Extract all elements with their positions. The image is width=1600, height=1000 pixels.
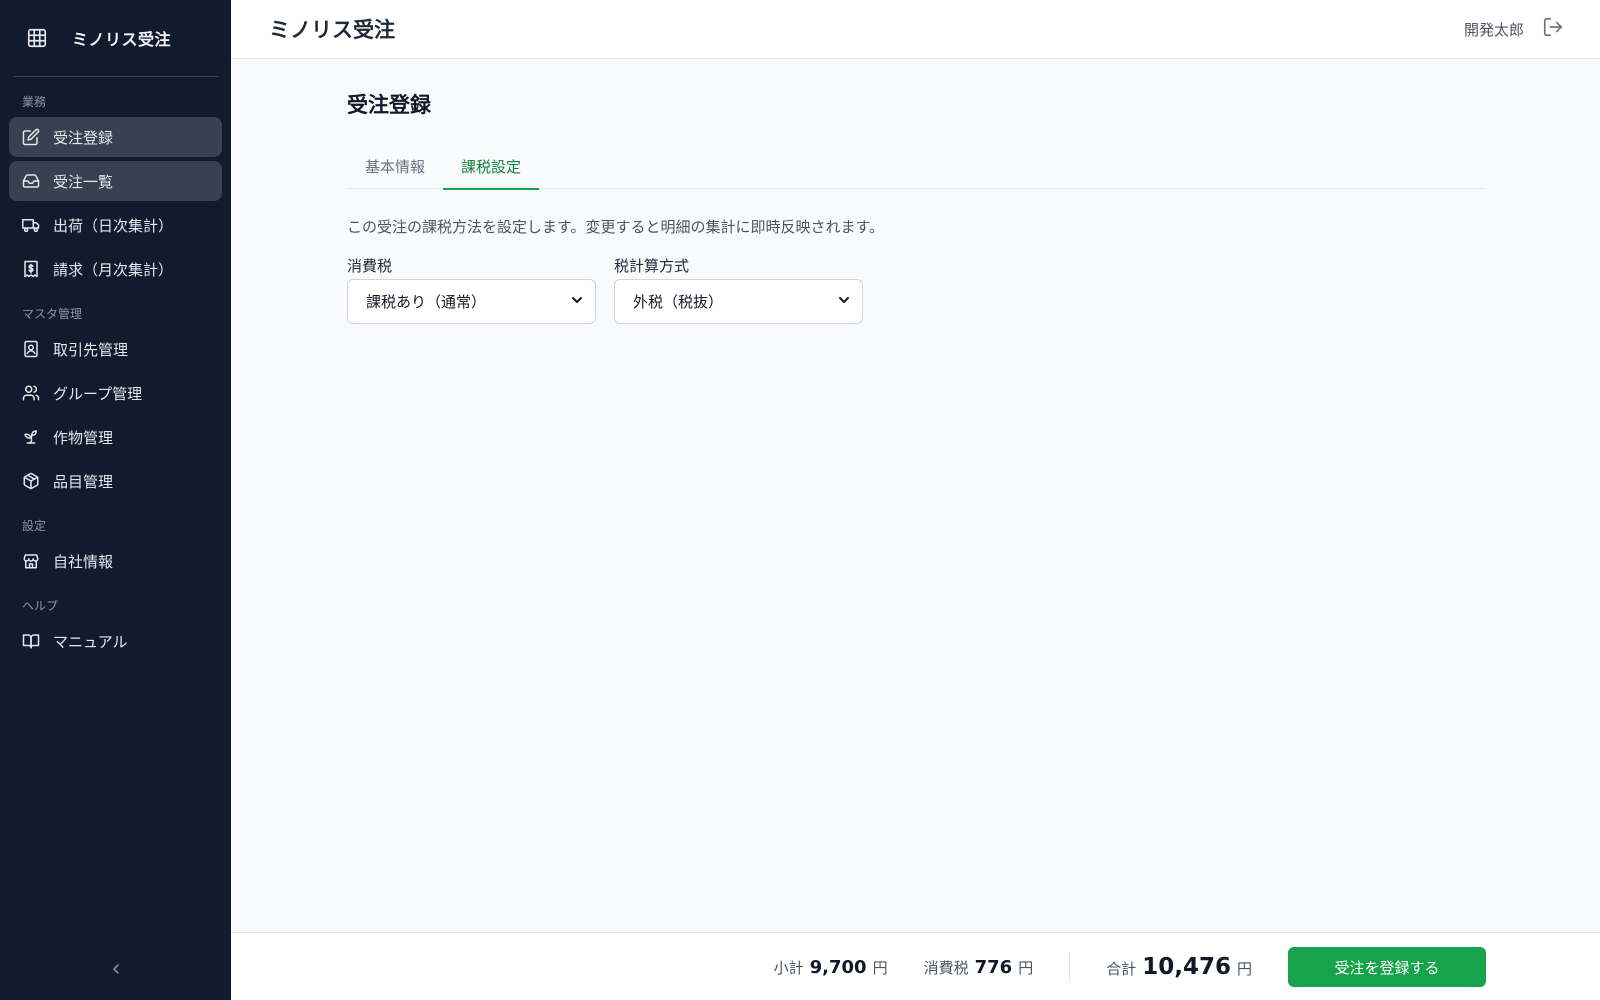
tab-basic-info[interactable]: 基本情報 (347, 144, 443, 189)
page-title: 受注登録 (347, 93, 431, 117)
sidebar-item-order-list[interactable]: 受注一覧 (9, 161, 222, 201)
select-value: 外税（税抜） (633, 293, 724, 311)
users-icon (22, 384, 40, 402)
inbox-icon (22, 172, 40, 190)
store-icon (22, 552, 40, 570)
chevron-down-icon (836, 292, 852, 312)
user-name[interactable]: 開発太郎 (1464, 19, 1524, 40)
sidebar-item-billing[interactable]: 請求（月次集計） (9, 249, 222, 289)
section-label-master: マスタ管理 (22, 307, 83, 321)
consumption-tax-field: 消費税 課税あり（通常） (347, 255, 596, 324)
sidebar-item-order-entry[interactable]: 受注登録 (9, 117, 222, 157)
field-label: 税計算方式 (614, 257, 690, 275)
logout-icon[interactable] (1542, 16, 1564, 42)
subtotal: 小計 9,700 円 (774, 957, 888, 978)
sidebar-item-label: 品目管理 (53, 472, 114, 491)
select-value: 課税あり（通常） (366, 293, 487, 311)
totals: 小計 9,700 円 消費税 776 円 合計 10,476 円 受注を登録する (774, 933, 1600, 1000)
section-label-help: ヘルプ (22, 599, 59, 613)
sidebar-item-label: 受注一覧 (53, 172, 114, 191)
currency-label: 円 (1236, 960, 1252, 978)
submit-order-button[interactable]: 受注を登録する (1288, 947, 1486, 987)
sidebar-item-label: 取引先管理 (53, 340, 129, 359)
sidebar-item-groups[interactable]: グループ管理 (9, 373, 222, 413)
invoice-icon (22, 260, 40, 278)
sprout-icon (22, 428, 40, 446)
tax-description: この受注の課税方法を設定します。変更すると明細の集計に即時反映されます。 (347, 218, 885, 236)
totals-divider (1069, 952, 1071, 982)
currency-label: 円 (872, 958, 888, 977)
sidebar-item-label: 作物管理 (53, 428, 114, 447)
total-value: 10,476 (1142, 954, 1231, 980)
grand-total: 合計 10,476 円 (1106, 954, 1252, 980)
app-title: ミノリス受注 (269, 18, 395, 42)
subtotal-label: 小計 (773, 958, 804, 977)
main-content: 受注登録 基本情報 課税設定 この受注の課税方法を設定します。変更すると明細の集… (347, 59, 1485, 324)
tab-bar: 基本情報 課税設定 (347, 144, 1485, 190)
sidebar-item-label: グループ管理 (53, 384, 143, 403)
tab-tax-settings[interactable]: 課税設定 (443, 144, 540, 190)
currency-label: 円 (1018, 958, 1034, 977)
sidebar-item-label: 出荷（日次集計） (53, 216, 174, 235)
sidebar-item-label: 自社情報 (53, 552, 114, 571)
sidebar-item-products[interactable]: 品目管理 (9, 461, 222, 501)
subtotal-value: 9,700 (809, 956, 867, 978)
summary-footer: 小計 9,700 円 消費税 776 円 合計 10,476 円 受注を登録する (231, 932, 1600, 1000)
tax-calc-method-select[interactable]: 外税（税抜） (614, 279, 863, 324)
book-icon (22, 632, 40, 650)
package-icon (22, 472, 40, 490)
chevron-down-icon (569, 292, 585, 312)
truck-icon (22, 216, 40, 234)
tax-fields: 消費税 課税あり（通常） 税計算方式 外税（税抜） (347, 255, 1485, 324)
tax-label: 消費税 (923, 958, 969, 977)
sidebar: ミノリス受注 業務 受注登録 受注一覧 出荷（日次集計） 請求（月次集計） マス… (0, 0, 231, 1000)
grid-icon (26, 27, 48, 49)
sidebar-collapse-button[interactable] (0, 956, 231, 986)
brand-name: ミノリス受注 (72, 30, 172, 49)
brand[interactable]: ミノリス受注 (0, 0, 231, 76)
sidebar-item-label: 受注登録 (53, 128, 114, 147)
tax-value: 776 (974, 956, 1013, 978)
sidebar-item-company[interactable]: 自社情報 (9, 541, 222, 581)
sidebar-item-label: 請求（月次集計） (53, 260, 174, 279)
contact-icon (22, 340, 40, 358)
field-label: 消費税 (347, 257, 393, 275)
sidebar-item-label: マニュアル (53, 632, 128, 651)
sidebar-item-manual[interactable]: マニュアル (9, 621, 222, 661)
user-area: 開発太郎 (1464, 16, 1564, 42)
section-label-business: 業務 (22, 95, 47, 109)
section-label-settings: 設定 (22, 519, 47, 533)
tax-calc-method-field: 税計算方式 外税（税抜） (614, 255, 863, 324)
chevron-left-icon (108, 961, 124, 981)
edit-icon (22, 128, 40, 146)
total-label: 合計 (1106, 960, 1137, 978)
sidebar-item-shipping[interactable]: 出荷（日次集計） (9, 205, 222, 245)
consumption-tax-select[interactable]: 課税あり（通常） (347, 279, 596, 324)
top-header: ミノリス受注 開発太郎 (231, 0, 1600, 59)
tax-total: 消費税 776 円 (924, 957, 1034, 978)
sidebar-item-crops[interactable]: 作物管理 (9, 417, 222, 457)
sidebar-item-clients[interactable]: 取引先管理 (9, 329, 222, 369)
